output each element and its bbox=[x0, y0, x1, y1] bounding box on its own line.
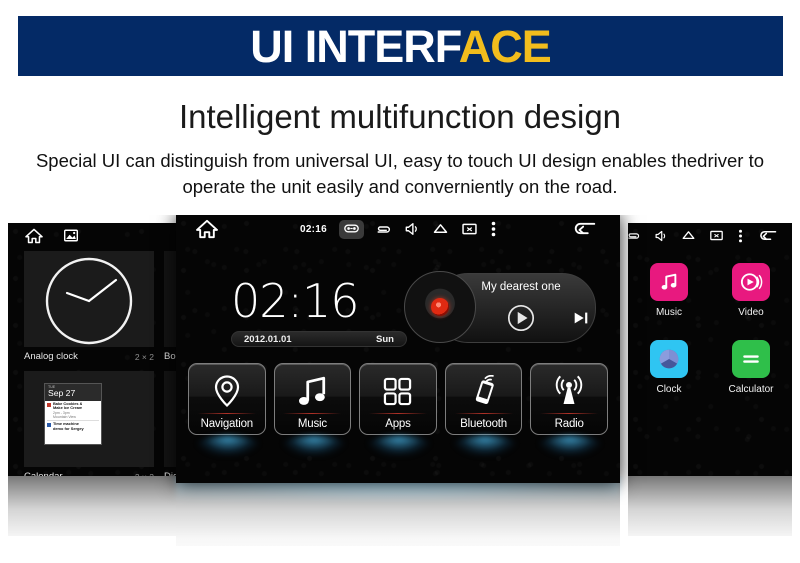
app-label: Clock bbox=[656, 384, 682, 395]
volume-icon[interactable] bbox=[405, 222, 419, 236]
event-color-chip bbox=[47, 423, 51, 428]
status-icon-row: 02:16 bbox=[176, 215, 620, 243]
music-note-icon bbox=[297, 364, 327, 413]
center-status-bar: 02:16 bbox=[176, 215, 620, 243]
eject-disc-icon[interactable] bbox=[376, 224, 391, 235]
overflow-icon[interactable] bbox=[738, 229, 743, 243]
calendar-date: Sep 27 bbox=[48, 388, 76, 398]
clock-widget-time: 02:16 bbox=[231, 274, 360, 328]
equals-icon bbox=[732, 340, 770, 378]
widget-meta-analog-clock: Analog clock 2 × 2 bbox=[24, 347, 154, 362]
app-label: Video bbox=[738, 307, 764, 318]
widget-analog-clock[interactable]: Analog clock 2 × 2 bbox=[24, 251, 154, 362]
eject-icon[interactable] bbox=[682, 230, 695, 241]
wallpaper-icon[interactable] bbox=[64, 229, 78, 242]
event-text: Time machine demo for Sergey bbox=[53, 422, 84, 431]
back-icon[interactable] bbox=[758, 229, 778, 242]
tile-label: Bluetooth bbox=[460, 418, 507, 430]
calendar-event-list: Bake Cookies & Make Ice Cream 2pm - 3pm … bbox=[45, 401, 101, 444]
back-icon[interactable] bbox=[572, 220, 598, 237]
event-place: Mountain View bbox=[53, 415, 76, 420]
volume-icon[interactable] bbox=[655, 230, 667, 242]
tile-label: Navigation bbox=[200, 418, 254, 430]
app-item-video[interactable]: Video bbox=[710, 263, 792, 318]
tile-music[interactable]: Music bbox=[273, 363, 352, 456]
clock-widget-datebar: 2012.01.01 Sun bbox=[231, 331, 407, 347]
screen-off-icon[interactable] bbox=[710, 230, 723, 241]
widget-thumb-analog-clock bbox=[24, 251, 154, 347]
event-text: Bake Cookies & Make Ice Cream 2pm - 3pm … bbox=[53, 402, 82, 419]
screen-off-icon[interactable] bbox=[462, 223, 477, 235]
app-label: Calculator bbox=[728, 384, 774, 395]
right-screen-app-drawer[interactable]: Music Video Clock Calculator bbox=[628, 223, 792, 484]
tile-navigation[interactable]: Navigation bbox=[188, 363, 266, 456]
screens-reflection bbox=[0, 476, 800, 563]
tile-glow bbox=[280, 436, 347, 456]
eject-icon[interactable] bbox=[433, 223, 448, 235]
tile-bluetooth[interactable]: Bluetooth bbox=[444, 363, 523, 456]
play-button[interactable] bbox=[506, 303, 536, 333]
home-icon[interactable] bbox=[25, 228, 43, 244]
eject-disc-icon[interactable] bbox=[628, 231, 640, 241]
calendar-event: Time machine demo for Sergey bbox=[47, 420, 99, 431]
event-title2: Make Ice Cream bbox=[53, 405, 83, 411]
banner-title-yellow: ACE bbox=[458, 20, 552, 72]
tile-glow bbox=[451, 436, 518, 456]
next-track-button[interactable] bbox=[572, 309, 590, 327]
app-grid: Music Video Clock Calculator bbox=[628, 263, 792, 395]
tile-glow bbox=[366, 436, 433, 456]
tile-label: Radio bbox=[554, 418, 584, 430]
music-note-icon bbox=[650, 263, 688, 301]
reflection-fade bbox=[0, 476, 800, 563]
app-item-clock[interactable]: Clock bbox=[628, 340, 710, 395]
vinyl-disc-icon bbox=[404, 271, 476, 343]
widget-calendar[interactable]: TUE Sep 27 Bake Cookies & Make Ice Cream bbox=[24, 371, 154, 482]
widget-thumb-calendar: TUE Sep 27 Bake Cookies & Make Ice Cream bbox=[24, 371, 154, 467]
location-pin-icon bbox=[213, 364, 241, 413]
grid-apps-icon bbox=[383, 364, 412, 413]
calendar-event: Bake Cookies & Make Ice Cream 2pm - 3pm … bbox=[47, 402, 99, 419]
antenna-icon bbox=[554, 364, 584, 413]
calendar-card: TUE Sep 27 Bake Cookies & Make Ice Cream bbox=[44, 383, 102, 445]
banner-title: UI INTERFACE bbox=[250, 20, 552, 72]
app-label: Music bbox=[655, 307, 683, 318]
music-widget[interactable]: My dearest one bbox=[404, 271, 596, 343]
tile-apps[interactable]: Apps bbox=[359, 363, 437, 456]
home-tile-row: Navigation Music Apps Bluetooth Radio bbox=[188, 363, 608, 456]
event-title2: demo for Sergey bbox=[53, 425, 84, 431]
center-screen-home[interactable]: 02:16 02:16 2012.01.01 Sun My dearest on… bbox=[176, 215, 620, 483]
music-track-title: My dearest one bbox=[481, 281, 561, 293]
right-status-bar bbox=[628, 223, 792, 248]
widget-label: Analog clock bbox=[24, 351, 78, 362]
status-clock: 02:16 bbox=[299, 223, 328, 235]
clock-widget-date: 2012.01.01 bbox=[244, 333, 292, 345]
widget-size: 2 × 2 bbox=[134, 351, 154, 362]
page-subcopy: Special UI can distinguish from universa… bbox=[35, 150, 765, 197]
video-play-icon bbox=[732, 263, 770, 301]
tile-label: Music bbox=[297, 418, 327, 430]
event-color-chip bbox=[47, 403, 51, 407]
tile-glow bbox=[537, 436, 604, 456]
app-item-music[interactable]: Music bbox=[628, 263, 710, 318]
app-item-calculator[interactable]: Calculator bbox=[710, 340, 792, 395]
clock-sphere-icon bbox=[650, 340, 688, 378]
phone-signal-icon bbox=[469, 364, 499, 413]
calendar-card-header: TUE Sep 27 bbox=[45, 384, 101, 401]
overflow-icon[interactable] bbox=[491, 221, 496, 237]
clock-widget[interactable]: 02:16 2012.01.01 Sun bbox=[231, 277, 421, 347]
page-title: Intelligent multifunction design bbox=[178, 98, 622, 135]
tile-glow bbox=[195, 436, 261, 456]
header-banner: UI INTERFACE bbox=[18, 16, 783, 76]
clock-widget-day: Sun bbox=[376, 333, 394, 345]
radio-icon[interactable] bbox=[339, 219, 365, 239]
vinyl-center bbox=[431, 298, 449, 316]
banner-title-white: UI INTERF bbox=[250, 20, 460, 72]
tile-radio[interactable]: Radio bbox=[530, 363, 608, 456]
tile-label: Apps bbox=[385, 418, 411, 430]
